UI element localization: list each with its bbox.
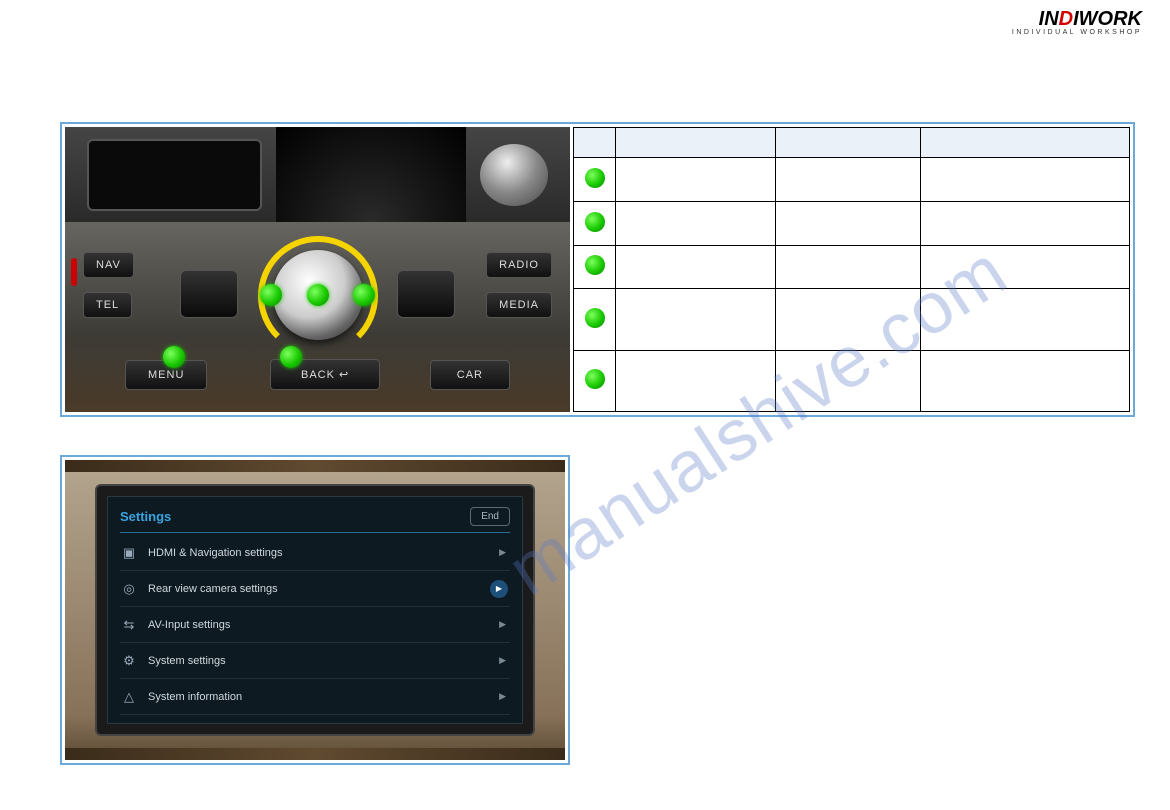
gear-boot [276,127,466,222]
th-marker [574,128,616,158]
dash-surround: Settings End ▣ HDMI & Navigation setting… [65,460,565,760]
chevron-right-icon: ▶ [499,619,506,630]
logo-sub: INDIVIDUAL WORKSHOP [1012,29,1142,36]
cell [776,201,921,245]
rocker-right [397,270,455,318]
menu-hdmi-nav[interactable]: ▣ HDMI & Navigation settings ▶ [120,535,510,571]
display-photo-box: Settings End ▣ HDMI & Navigation setting… [60,455,570,765]
control-reference-table [573,127,1130,412]
chevron-right-icon: ▶ [499,691,506,702]
menu-label: AV-Input settings [148,619,230,631]
cell [921,350,1130,411]
th-desc [921,128,1130,158]
tel-button: TEL [83,292,132,318]
display-icon: ▣ [120,544,138,562]
table-row [574,201,1130,245]
car-button: CAR [430,360,510,390]
dot-icon [585,255,605,275]
menu-label: HDMI & Navigation settings [148,547,283,559]
marker-knob-right [353,284,375,306]
menu-system-info[interactable]: △ System information ▶ [120,679,510,715]
marker-knob-press [307,284,329,306]
screen-title: Settings [120,509,171,524]
menu-label: System settings [148,655,226,667]
nav-button: NAV [83,252,134,278]
route-icon: ⇆ [120,616,138,634]
display-bezel: Settings End ▣ HDMI & Navigation setting… [95,484,535,736]
warning-icon: △ [120,688,138,706]
table-row [574,350,1130,411]
table-header [574,128,1130,158]
th-control [616,128,776,158]
chevron-right-icon: ▶ [499,547,506,558]
cell [776,158,921,202]
th-action [776,128,921,158]
table-row [574,245,1130,289]
cell [921,201,1130,245]
screen-header: Settings End [120,507,510,533]
cell [776,350,921,411]
brand-logo: INDIWORK INDIVIDUAL WORKSHOP [1012,8,1142,36]
cell [616,289,776,350]
cell [616,201,776,245]
mmi-button-panel: NAV TEL RADIO MEDIA MENU BACK ↩ CAR [65,222,570,412]
marker-knob-left [260,284,282,306]
camera-icon: ◎ [120,580,138,598]
menu-rear-camera[interactable]: ◎ Rear view camera settings ▶ [120,571,510,607]
logo-d: D [1059,8,1073,30]
logo-in: IN [1039,8,1059,30]
marker-back [280,346,302,368]
cell [921,289,1130,350]
mmi-overview-box: NAV TEL RADIO MEDIA MENU BACK ↩ CAR [60,122,1135,417]
marker-menu [163,346,185,368]
dot-icon [585,212,605,232]
cell [776,289,921,350]
mmi-top-row [65,127,570,222]
volume-knob [480,144,548,206]
menu-label: System information [148,691,242,703]
table-row [574,289,1130,350]
settings-screen: Settings End ▣ HDMI & Navigation setting… [107,496,523,724]
menu-system-settings[interactable]: ⚙ System settings ▶ [120,643,510,679]
gear-icon: ⚙ [120,652,138,670]
dot-icon [585,168,605,188]
radio-button: RADIO [486,252,552,278]
table-row [574,158,1130,202]
dot-icon [585,308,605,328]
menu-av-input[interactable]: ⇆ AV-Input settings ▶ [120,607,510,643]
logo-main: INDIWORK [1012,8,1142,31]
rocker-left [180,270,238,318]
cell [921,245,1130,289]
dot-icon [585,369,605,389]
media-button: MEDIA [486,292,552,318]
cell [616,350,776,411]
mmi-console-photo: NAV TEL RADIO MEDIA MENU BACK ↩ CAR [65,127,570,412]
chevron-right-icon: ▶ [499,655,506,666]
end-button[interactable]: End [470,507,510,526]
touchpad [87,139,262,211]
logo-iwork: IWORK [1073,8,1142,30]
cell [616,245,776,289]
record-indicator-icon [71,258,77,286]
cell [921,158,1130,202]
cell [616,158,776,202]
play-circle-icon: ▶ [490,580,508,598]
menu-label: Rear view camera settings [148,583,278,595]
cell [776,245,921,289]
